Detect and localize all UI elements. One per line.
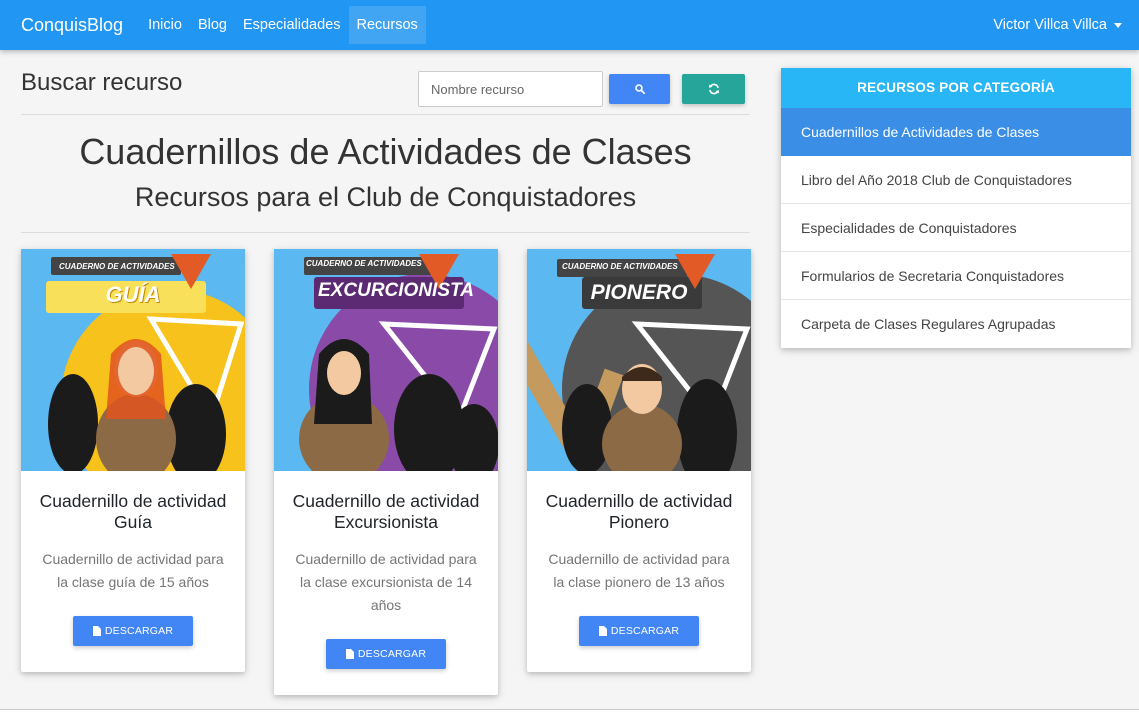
nav-link-inicio[interactable]: Inicio bbox=[140, 6, 190, 44]
refresh-icon bbox=[708, 83, 719, 95]
page-footer-edge bbox=[0, 709, 1139, 719]
search-title: Buscar recurso bbox=[21, 69, 183, 96]
page-title: Cuadernillos de Actividades de Clases bbox=[79, 131, 692, 172]
refresh-button[interactable] bbox=[682, 74, 745, 104]
download-label: DESCARGAR bbox=[357, 648, 427, 660]
cover-banner-name: EXCURCIONISTA bbox=[318, 280, 474, 301]
sidebar-item-carpeta-clases[interactable]: Carpeta de Clases Regulares Agrupadas bbox=[781, 300, 1131, 348]
download-button[interactable]: DESCARGAR bbox=[579, 616, 699, 646]
sidebar-item-formularios[interactable]: Formularios de Secretaria Conquistadores bbox=[781, 252, 1131, 300]
file-icon bbox=[345, 649, 354, 659]
download-label: DESCARGAR bbox=[104, 625, 174, 637]
file-icon bbox=[92, 626, 101, 636]
card-title: Cuadernillo de actividad Excursionista bbox=[292, 491, 480, 532]
brand-logo[interactable]: ConquisBlog bbox=[21, 15, 123, 36]
resource-card-excursionista: CUADERNO DE ACTIVIDADES EXCURCIONISTA Cu… bbox=[274, 249, 498, 695]
cover-banner-name: PIONERO bbox=[590, 281, 688, 304]
divider bbox=[21, 232, 750, 233]
card-cover-image: CUADERNO DE ACTIVIDADES PIONERO bbox=[527, 249, 751, 471]
download-button[interactable]: DESCARGAR bbox=[326, 639, 446, 669]
sidebar-item-libro-del-ano[interactable]: Libro del Año 2018 Club de Conquistadore… bbox=[781, 156, 1131, 204]
user-name: Victor Villca Villca bbox=[993, 17, 1107, 33]
card-description: Cuadernillo de actividad para la clase p… bbox=[548, 551, 730, 590]
card-title: Cuadernillo de actividad Pionero bbox=[545, 491, 733, 532]
sidebar-item-especialidades[interactable]: Especialidades de Conquistadores bbox=[781, 204, 1131, 252]
cover-banner-top: CUADERNO DE ACTIVIDADES bbox=[59, 262, 175, 271]
resource-card-pionero: CUADERNO DE ACTIVIDADES PIONERO Cuaderni… bbox=[527, 249, 751, 672]
nav-links: Inicio Blog Especialidades Recursos bbox=[140, 6, 426, 44]
download-label: DESCARGAR bbox=[610, 625, 680, 637]
nav-link-recursos[interactable]: Recursos bbox=[348, 6, 426, 44]
cover-banner-top: CUADERNO DE ACTIVIDADES bbox=[306, 259, 422, 268]
card-cover-image: CUADERNO DE ACTIVIDADES EXCURCIONISTA bbox=[274, 249, 498, 471]
card-description: Cuadernillo de actividad para la clase g… bbox=[42, 551, 224, 590]
caret-down-icon bbox=[1114, 22, 1122, 28]
nav-link-especialidades[interactable]: Especialidades bbox=[235, 6, 349, 44]
card-description: Cuadernillo de actividad para la clase e… bbox=[295, 551, 477, 613]
divider bbox=[21, 114, 750, 115]
search-input[interactable] bbox=[418, 71, 603, 107]
search-icon bbox=[634, 84, 645, 94]
search-button[interactable] bbox=[609, 74, 670, 104]
navbar: ConquisBlog Inicio Blog Especialidades R… bbox=[0, 0, 1139, 50]
nav-link-blog[interactable]: Blog bbox=[190, 6, 235, 44]
cover-banner-name: GUÍA bbox=[105, 282, 161, 307]
card-cover-image: CUADERNO DE ACTIVIDADES GUÍA bbox=[21, 249, 245, 471]
file-icon bbox=[598, 626, 607, 636]
card-title: Cuadernillo de actividad Guía bbox=[39, 491, 227, 532]
sidebar-item-cuadernillos[interactable]: Cuadernillos de Actividades de Clases bbox=[781, 108, 1131, 156]
cover-banner-top: CUADERNO DE ACTIVIDADES bbox=[562, 262, 678, 271]
page-subtitle: Recursos para el Club de Conquistadores bbox=[134, 182, 637, 212]
resource-card-guia: CUADERNO DE ACTIVIDADES GUÍA Cuadernillo… bbox=[21, 249, 245, 672]
user-menu[interactable]: Victor Villca Villca bbox=[993, 0, 1122, 50]
download-button[interactable]: DESCARGAR bbox=[73, 616, 193, 646]
category-sidebar: RECURSOS POR CATEGORÍA Cuadernillos de A… bbox=[781, 68, 1131, 348]
sidebar-header: RECURSOS POR CATEGORÍA bbox=[781, 68, 1131, 108]
